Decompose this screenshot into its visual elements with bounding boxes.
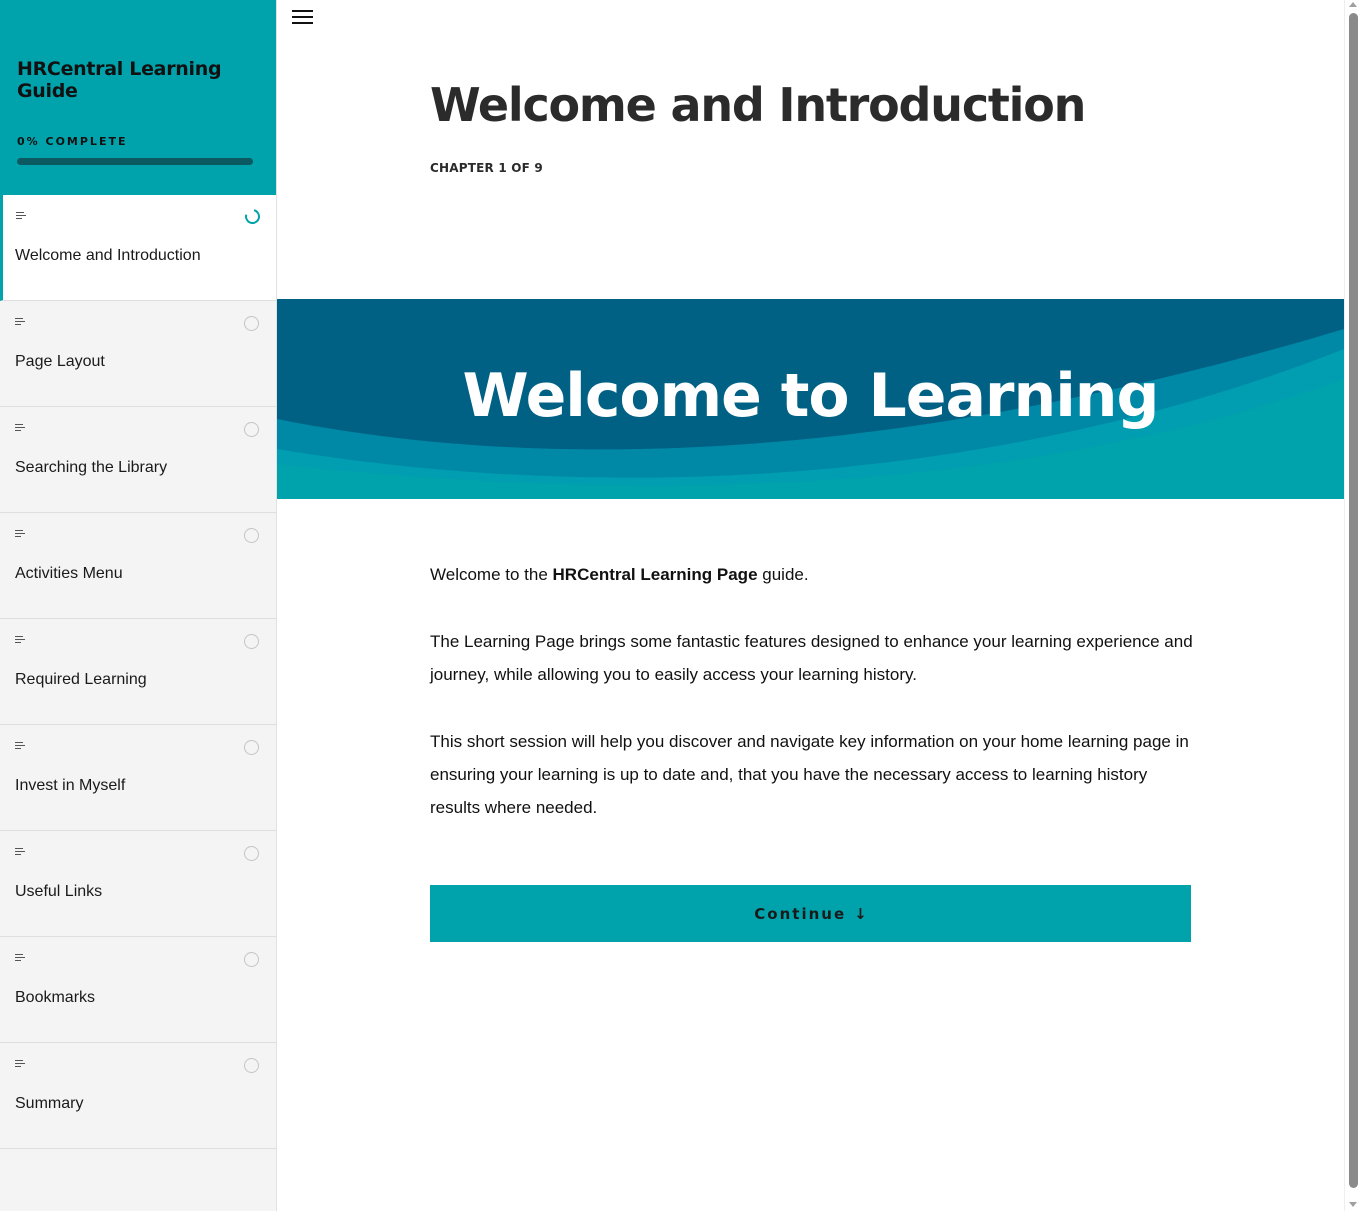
continue-label: Continue (754, 904, 847, 923)
body-paragraph: This short session will help you discove… (430, 732, 1189, 817)
scrollbar[interactable] (1344, 0, 1361, 1211)
sidebar-item-label: Searching the Library (15, 459, 168, 476)
intro-bold-text: HRCentral Learning Page (552, 565, 758, 584)
sidebar-item-label: Invest in Myself (15, 777, 126, 794)
arrow-down-icon: ↓ (854, 904, 867, 923)
progress-label: 0% COMPLETE (17, 135, 128, 148)
not-started-status-icon (244, 422, 259, 437)
lesson-text-icon (16, 212, 26, 220)
sidebar-item-useful-links[interactable]: Useful Links (0, 831, 276, 937)
not-started-status-icon (244, 952, 259, 967)
sidebar-item-searching-the-library[interactable]: Searching the Library (0, 407, 276, 513)
progress-bar (17, 158, 253, 165)
sidebar-item-bookmarks[interactable]: Bookmarks (0, 937, 276, 1043)
lesson-body: Welcome to the HRCentral Learning Page g… (430, 558, 1200, 858)
sidebar-item-label: Useful Links (15, 883, 103, 900)
lesson-list: Welcome and Introduction Page Layout Sea… (0, 195, 276, 1149)
not-started-status-icon (244, 740, 259, 755)
hamburger-menu-icon[interactable] (292, 10, 314, 26)
sidebar-item-label: Required Learning (15, 671, 147, 688)
lesson-text-icon (15, 1060, 25, 1068)
sidebar-item-label: Page Layout (15, 353, 105, 370)
welcome-banner-image: Welcome to Learning (277, 299, 1344, 499)
sidebar-item-page-layout[interactable]: Page Layout (0, 301, 276, 407)
not-started-status-icon (244, 1058, 259, 1073)
sidebar-item-label: Summary (15, 1095, 84, 1112)
intro-paragraph: Welcome to the HRCentral Learning Page g… (430, 558, 1200, 591)
lesson-text-icon (15, 742, 25, 750)
not-started-status-icon (244, 316, 259, 331)
chapter-indicator: CHAPTER 1 OF 9 (430, 161, 543, 175)
sidebar-item-summary[interactable]: Summary (0, 1043, 276, 1149)
intro-text: Welcome to the (430, 565, 553, 584)
sidebar-item-welcome-and-introduction[interactable]: Welcome and Introduction (0, 195, 276, 301)
sidebar-item-activities-menu[interactable]: Activities Menu (0, 513, 276, 619)
lesson-text-icon (15, 530, 25, 538)
course-title: HRCentral Learning Guide (17, 58, 222, 102)
sidebar: HRCentral Learning Guide 0% COMPLETE Wel… (0, 0, 277, 1211)
banner-heading: Welcome to Learning (462, 361, 1160, 431)
in-progress-status-icon (242, 206, 263, 227)
sidebar-item-label: Bookmarks (15, 989, 96, 1006)
sidebar-item-label: Activities Menu (15, 565, 123, 582)
scrollbar-thumb[interactable] (1349, 13, 1358, 1188)
not-started-status-icon (244, 634, 259, 649)
lesson-text-icon (15, 848, 25, 856)
sidebar-item-label: Welcome and Introduction (15, 247, 201, 264)
intro-text-end: guide. (757, 565, 809, 584)
scroll-down-arrow-icon[interactable] (1349, 1202, 1357, 1207)
lesson-text-icon (15, 954, 25, 962)
sidebar-item-invest-in-myself[interactable]: Invest in Myself (0, 725, 276, 831)
continue-button[interactable]: Continue ↓ (430, 885, 1191, 942)
lesson-text-icon (15, 318, 25, 326)
body-paragraph: The Learning Page brings some fantastic … (430, 632, 1193, 684)
scroll-up-arrow-icon[interactable] (1349, 2, 1357, 7)
lesson-text-icon (15, 636, 25, 644)
lesson-text-icon (15, 424, 25, 432)
not-started-status-icon (244, 528, 259, 543)
sidebar-header: HRCentral Learning Guide 0% COMPLETE (0, 0, 276, 195)
not-started-status-icon (244, 846, 259, 861)
page-title: Welcome and Introduction (430, 78, 1086, 132)
sidebar-item-required-learning[interactable]: Required Learning (0, 619, 276, 725)
